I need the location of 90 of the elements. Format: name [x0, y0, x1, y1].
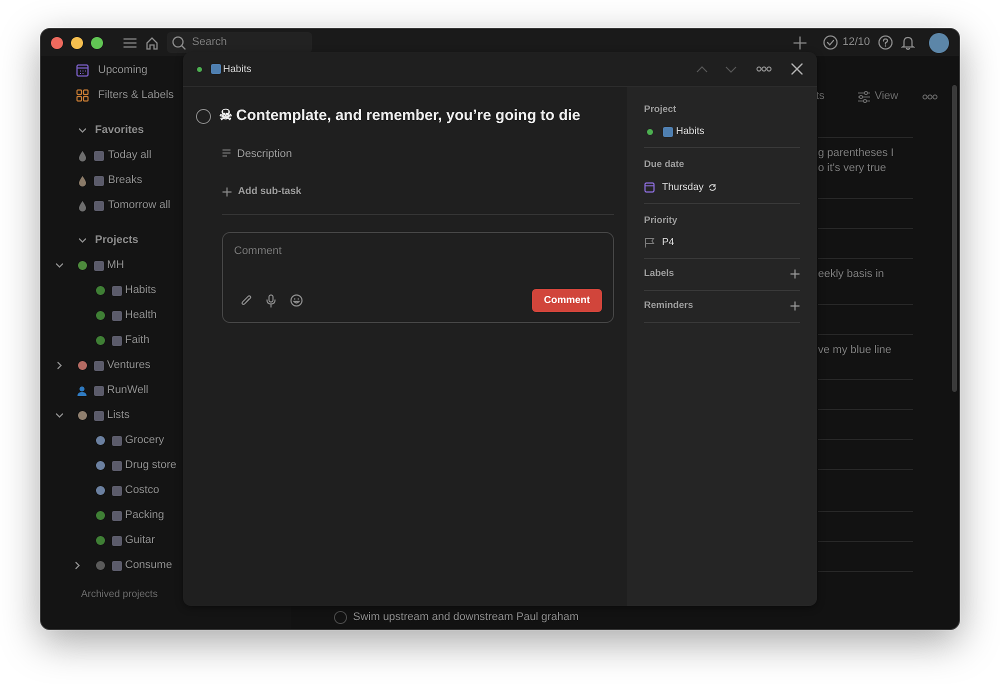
emoji-icon: [94, 176, 104, 186]
emoji-icon: [94, 360, 104, 370]
project-item[interactable]: Lists: [41, 403, 291, 428]
breadcrumb-link[interactable]: Habits: [223, 62, 252, 76]
field-value[interactable]: Habits: [676, 124, 704, 140]
comment-button[interactable]: Comment: [532, 289, 602, 312]
paperclip-icon[interactable]: [240, 294, 252, 307]
close-button[interactable]: [51, 36, 63, 48]
emoji-icon: [112, 560, 122, 570]
more-icon[interactable]: [922, 94, 938, 100]
project-item[interactable]: Grocery: [41, 428, 291, 453]
project-item[interactable]: Packing: [41, 503, 291, 528]
comment-field[interactable]: Comment Comment: [222, 232, 614, 323]
search-input[interactable]: Search: [192, 34, 302, 51]
field-value[interactable]: P4: [662, 234, 674, 250]
task-checkbox[interactable]: [334, 610, 347, 624]
scrollbar-thumb[interactable]: [952, 85, 957, 392]
emoji-icon: [94, 200, 104, 210]
help-icon[interactable]: [878, 35, 893, 50]
view-button[interactable]: View: [856, 88, 898, 105]
bell-icon[interactable]: [901, 35, 915, 50]
task-title[interactable]: ☠ Contemplate, and remember, you’re going to die: [219, 105, 580, 128]
project-item[interactable]: Faith: [41, 328, 291, 353]
add-icon[interactable]: [790, 268, 800, 279]
field-label: Project: [644, 103, 678, 117]
emoji-icon: [112, 436, 122, 446]
add-icon[interactable]: [790, 301, 800, 312]
emoji-icon: [112, 286, 122, 296]
chevron-right-icon[interactable]: [54, 361, 64, 370]
chevron-down-icon[interactable]: [54, 261, 64, 270]
task-text: ve my blue line: [818, 343, 892, 358]
home-icon[interactable]: [145, 36, 159, 50]
menu-icon[interactable]: [123, 36, 137, 48]
microphone-icon[interactable]: [266, 294, 276, 308]
more-icon[interactable]: [756, 66, 772, 72]
chevron-down-icon[interactable]: [78, 126, 86, 135]
field-label: Labels: [644, 266, 674, 281]
task-text: g parentheses I: [818, 146, 895, 161]
project-item[interactable]: Costco: [41, 478, 291, 503]
calendar-icon: [644, 182, 655, 192]
project-item[interactable]: Consume: [41, 553, 291, 578]
check-circle-icon[interactable]: [823, 35, 838, 50]
emoji-icon: [663, 126, 673, 137]
emoji-icon: [94, 150, 104, 160]
project-item[interactable]: Drug store: [41, 453, 291, 478]
grid-icon: [76, 89, 88, 102]
minimize-button[interactable]: [71, 36, 83, 48]
field-label: Priority: [644, 214, 678, 228]
completed-count: 12/10: [842, 35, 870, 50]
emoji-icon: [211, 64, 221, 74]
task-checkbox[interactable]: [196, 108, 211, 124]
emoji-icon: [94, 386, 104, 396]
emoji-icon: [94, 410, 104, 420]
add-icon[interactable]: [793, 36, 808, 50]
section-heading[interactable]: Favorites: [95, 122, 144, 139]
emoji-icon: [112, 460, 122, 470]
plus-icon: [222, 186, 232, 196]
toolbar-label: ts: [816, 89, 825, 104]
field-label: Reminders: [644, 299, 694, 313]
search-icon: [172, 36, 186, 50]
emoji-icon: [94, 260, 104, 270]
close-icon[interactable]: [791, 63, 803, 75]
chevron-right-icon[interactable]: [72, 561, 82, 570]
description-field[interactable]: Description: [222, 146, 614, 162]
project-item[interactable]: Ventures: [41, 353, 291, 378]
avatar[interactable]: [929, 32, 949, 52]
zoom-button[interactable]: [91, 36, 103, 48]
task-text: Swim upstream and downstream Paul graham: [353, 610, 579, 625]
sidebar-item[interactable]: Filters & Labels: [41, 83, 291, 108]
search-field[interactable]: Search: [167, 32, 312, 53]
flag-icon: [644, 236, 655, 248]
section-heading[interactable]: Projects: [95, 232, 138, 249]
task-text: o it's very true: [818, 161, 888, 176]
add-subtask-button[interactable]: Add sub-task: [222, 184, 302, 199]
emoji-icon: [112, 536, 122, 546]
project-item[interactable]: RunWell: [41, 378, 291, 403]
emoji-icon: [112, 336, 122, 346]
project-item[interactable]: Guitar: [41, 528, 291, 553]
chevron-down-icon[interactable]: [78, 236, 86, 245]
field-value[interactable]: Thursday: [662, 180, 717, 194]
field-label: Due date: [644, 158, 686, 172]
emoji-icon: [112, 510, 122, 520]
smiley-icon[interactable]: [290, 294, 303, 307]
lines-icon: [222, 149, 231, 158]
emoji-icon: [112, 486, 122, 496]
sliders-icon: [856, 90, 871, 102]
emoji-icon: [112, 310, 122, 320]
task-text: eekly basis in: [818, 267, 886, 282]
calendar-icon: [76, 64, 88, 77]
chevron-down-icon[interactable]: [54, 411, 64, 420]
